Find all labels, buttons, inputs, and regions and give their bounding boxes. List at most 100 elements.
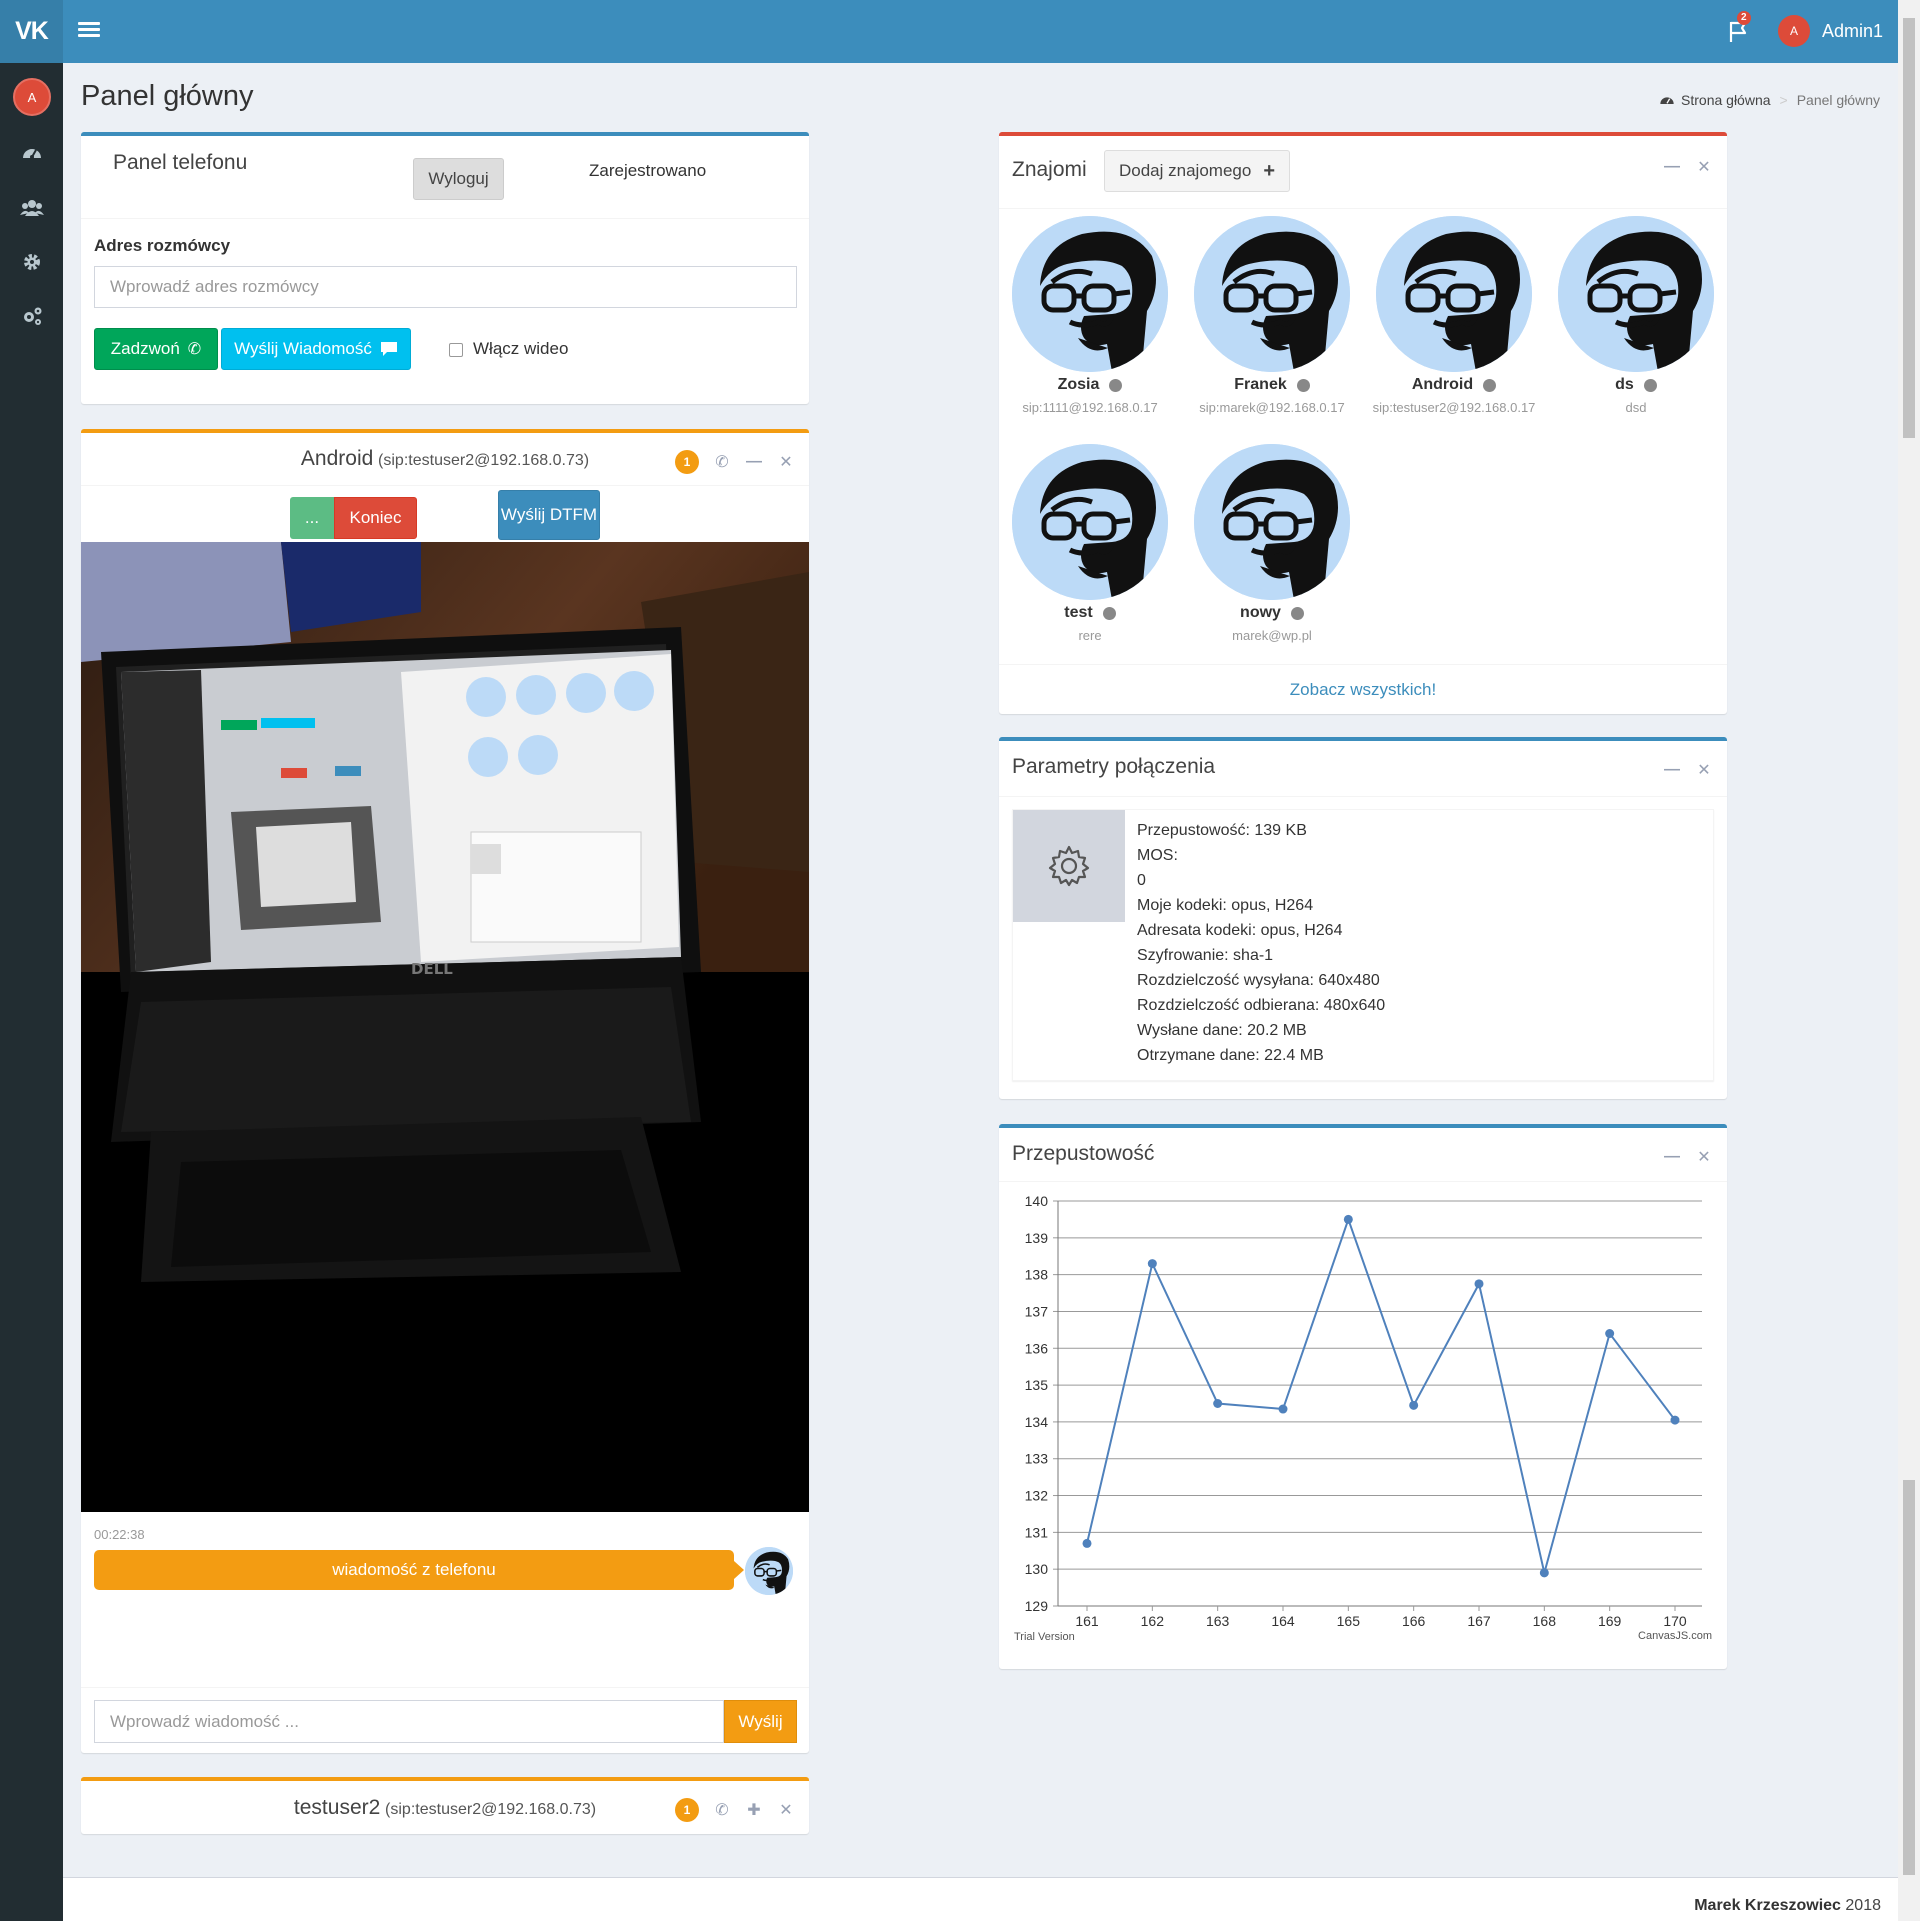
page-title: Panel główny [81,80,254,112]
friend-name: Zosia [1057,376,1100,393]
status-dot [1102,606,1116,620]
minimize-icon[interactable]: — [1663,158,1681,176]
scrollbar-thumb[interactable] [1903,18,1915,438]
close-icon[interactable]: ✕ [1695,1148,1713,1166]
param-received-data: Otrzymane dane: 22.4 MB [1137,1047,1324,1064]
page-scrollbar[interactable] [1898,0,1920,1921]
friend-avatar [1012,216,1168,372]
send-dtmf-button[interactable]: Wyślij DTFM [498,490,600,540]
phone-icon[interactable]: ✆ [713,1801,731,1819]
call-button[interactable]: Zadzwoń ✆ [94,328,218,370]
y-tick-label: 135 [1025,1377,1049,1393]
friends-title: Znajomi [1012,158,1087,181]
friend-sip: sip:marek@192.168.0.17 [1199,400,1345,415]
friend-item[interactable]: Zosia sip:1111@192.168.0.17 [999,216,1181,415]
x-tick-label: 166 [1402,1613,1426,1629]
close-icon[interactable]: ✕ [777,1801,795,1819]
video-stream[interactable]: DELL [81,542,809,1512]
close-icon[interactable]: ✕ [777,453,795,471]
chat-footer: Wprowadź wiadomość ... Wyślij [81,1687,809,1757]
friend-avatar [1012,444,1168,600]
breadcrumb-home[interactable]: Strona główna [1681,92,1771,108]
call-box: Android (sip:testuser2@192.168.0.73) 1 ✆… [81,429,809,1753]
data-point [1278,1404,1288,1414]
call-badge: 1 [675,450,699,474]
user-menu[interactable]: A Admin1 [1778,14,1883,48]
phone-panel: Panel telefonu Wyloguj Zarejestrowano Ad… [81,132,809,404]
x-tick-label: 169 [1598,1613,1622,1629]
add-friend-button[interactable]: Dodaj znajomego + [1104,150,1290,192]
collapsed-call-badge: 1 [675,1798,699,1822]
friend-name: ds [1615,376,1634,393]
x-tick-label: 167 [1467,1613,1491,1629]
param-bandwidth: Przepustowość: 139 KB [1137,822,1307,839]
phone-panel-title: Panel telefonu [113,151,248,174]
scrollbar-thumb-lower[interactable] [1903,1480,1915,1875]
status-dot [1483,378,1497,392]
data-point [1670,1415,1680,1425]
friend-item[interactable]: nowy marek@wp.pl [1181,444,1363,643]
friend-name: Android [1411,376,1474,393]
video-checkbox-label: Włącz wideo [473,339,569,358]
send-message-label: Wyślij Wiadomość [234,339,372,358]
collapsed-call-name: testuser2 [293,1796,381,1819]
dashboard-icon[interactable] [20,141,44,165]
more-button[interactable]: ... [290,497,334,539]
end-call-button[interactable]: Koniec [334,497,417,539]
data-point [1474,1279,1484,1289]
video-checkbox[interactable] [449,343,463,357]
friend-sip: rere [1078,628,1102,643]
status-dot [1290,606,1304,620]
y-tick-label: 130 [1025,1561,1049,1577]
gear-icon[interactable] [20,250,44,274]
users-icon[interactable] [20,196,44,220]
x-tick-label: 170 [1663,1613,1687,1629]
friend-item[interactable]: Franek sip:marek@192.168.0.17 [1181,216,1363,415]
call-box-header: Android (sip:testuser2@192.168.0.73) 1 ✆… [81,433,809,486]
friend-item[interactable]: Android sip:testuser2@192.168.0.17 [1363,216,1545,415]
connection-params-box: Parametry połączenia — ✕ Przepustowość: … [999,737,1727,1099]
expand-icon[interactable]: ✚ [745,1801,763,1819]
friend-sip: marek@wp.pl [1232,628,1312,643]
y-tick-label: 131 [1025,1524,1049,1540]
close-icon[interactable]: ✕ [1695,761,1713,779]
chart-tools: — ✕ [1663,1148,1713,1166]
friend-item[interactable]: ds dsd [1545,216,1727,415]
svg-text:DELL: DELL [411,960,453,978]
view-all-friends-link[interactable]: Zobacz wszystkich! [999,664,1727,714]
chat-send-button[interactable]: Wyślij [724,1700,797,1743]
friend-avatar [1558,216,1714,372]
address-input[interactable]: Wprowadź adres rozmówcy [94,266,797,308]
x-tick-label: 162 [1141,1613,1165,1629]
menu-toggle-icon[interactable] [78,19,100,43]
friend-sip: sip:1111@192.168.0.17 [1022,400,1158,415]
friend-name: test [1064,604,1093,621]
minimize-icon[interactable]: — [745,453,763,471]
chart-watermark-right: CanvasJS.com [1638,1630,1712,1642]
minimize-icon[interactable]: — [1663,1148,1681,1166]
chat-message-input[interactable]: Wprowadź wiadomość ... [94,1700,724,1743]
logout-button[interactable]: Wyloguj [413,158,504,200]
status-dot [1109,378,1123,392]
chart-title: Przepustowość [1012,1142,1155,1165]
x-tick-label: 163 [1206,1613,1230,1629]
gears-icon[interactable] [20,304,44,328]
send-message-button[interactable]: Wyślij Wiadomość [221,328,411,370]
friend-item[interactable]: test rere [999,444,1181,643]
footer-author: Marek Krzeszowiec [1694,1897,1841,1914]
friend-sip: sip:testuser2@192.168.0.17 [1372,400,1536,415]
sidebar-avatar[interactable]: A [13,78,51,116]
data-point [1147,1259,1157,1269]
friends-tools: — ✕ [1663,158,1713,176]
param-encryption: Szyfrowanie: sha-1 [1137,947,1274,964]
minimize-icon[interactable]: — [1663,761,1681,779]
app-logo[interactable]: VK [0,0,63,63]
breadcrumb: Strona główna > Panel główny [1659,92,1880,108]
call-box-tools: 1 ✆ — ✕ [675,450,795,474]
sidebar: A [0,63,63,1921]
user-avatar: A [1778,15,1810,47]
friend-name: Franek [1234,376,1287,393]
phone-icon[interactable]: ✆ [713,453,731,471]
close-icon[interactable]: ✕ [1695,158,1713,176]
data-point [1409,1400,1419,1410]
